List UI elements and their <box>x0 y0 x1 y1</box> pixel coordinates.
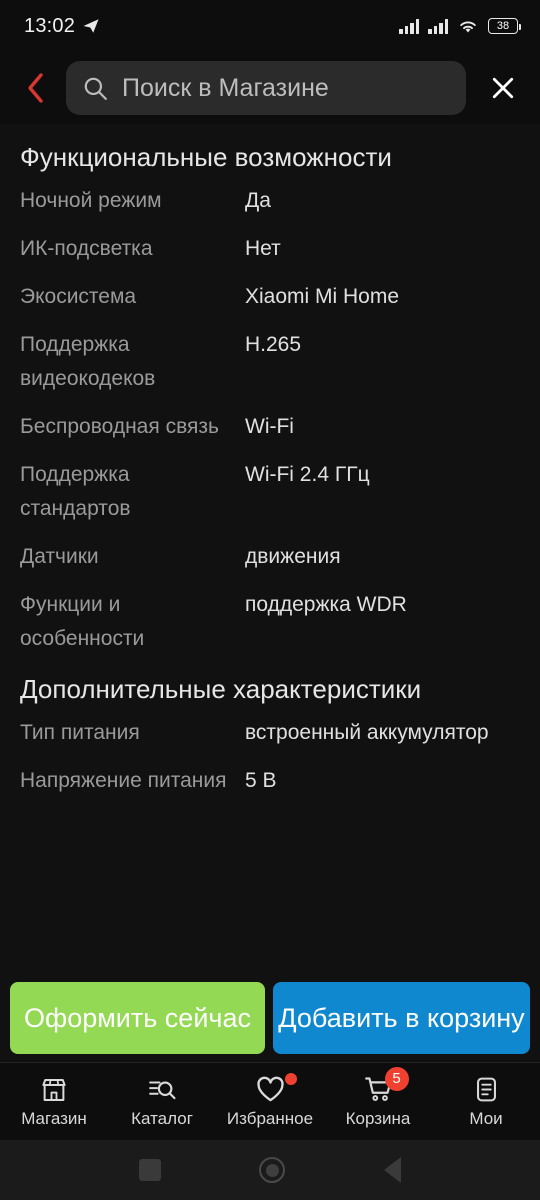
spec-label: Функции и особенности <box>20 593 145 650</box>
spec-label: ИК-подсветка <box>20 237 153 260</box>
spec-value: Нет <box>245 237 281 260</box>
cart-icon: 5 <box>363 1066 409 1105</box>
android-navigation-bar <box>0 1140 540 1200</box>
back-button[interactable] <box>20 68 52 108</box>
spec-value: движения <box>245 545 341 568</box>
spec-row: Поддержка стандартов Wi-Fi 2.4 ГГц <box>20 458 520 526</box>
tab-my[interactable]: Мои <box>432 1063 540 1140</box>
buy-now-button[interactable]: Оформить сейчас <box>10 982 265 1054</box>
catalog-search-icon <box>147 1075 177 1105</box>
section-title: Дополнительные характеристики <box>20 674 422 704</box>
tab-label: Каталог <box>131 1108 193 1128</box>
spec-row: Поддержка видеокодеков H.265 <box>20 328 520 396</box>
cellular-signal-icon <box>399 18 419 34</box>
section-title: Функциональные возможности <box>20 142 392 172</box>
spec-label: Тип питания <box>20 721 140 744</box>
tab-label: Корзина <box>345 1108 411 1128</box>
spec-value: Да <box>245 189 271 212</box>
recents-square-icon[interactable] <box>139 1159 162 1181</box>
app-screen: 13:02 38 Поиск в Магазине Функциональные… <box>0 0 540 1200</box>
spec-label: Беспроводная связь <box>20 415 219 438</box>
bottom-tab-bar: Магазин Каталог Избранное 5 Корзина Мои <box>0 1062 540 1140</box>
add-to-cart-button[interactable]: Добавить в корзину <box>273 982 530 1054</box>
status-bar-right: 38 <box>399 18 521 35</box>
heart-icon <box>255 1072 297 1105</box>
status-bar-left: 13:02 <box>24 15 100 38</box>
tab-label: Мои <box>469 1108 503 1128</box>
spec-row: Беспроводная связь Wi-Fi <box>20 410 520 444</box>
spec-section: Дополнительные характеристики Тип питани… <box>20 672 520 798</box>
cellular-signal-icon-2 <box>428 18 448 34</box>
spec-label: Экосистема <box>20 285 137 308</box>
close-button[interactable] <box>480 65 526 111</box>
spec-row: Тип питания встроенный аккумулятор <box>20 716 520 750</box>
notification-dot <box>284 1072 297 1085</box>
spec-label: Напряжение питания <box>20 769 227 792</box>
specifications-list: Функциональные возможности Ночной режим … <box>0 140 540 798</box>
spec-label: Датчики <box>20 545 99 568</box>
storefront-icon <box>39 1075 69 1105</box>
action-buttons: Оформить сейчас Добавить в корзину <box>0 982 540 1054</box>
spec-value: Xiaomi Mi Home <box>245 285 400 308</box>
tab-store[interactable]: Магазин <box>0 1063 108 1140</box>
home-circle-icon[interactable] <box>259 1157 286 1183</box>
search-header: Поиск в Магазине <box>0 52 540 124</box>
spec-label: Поддержка видеокодеков <box>20 333 156 390</box>
chevron-left-icon <box>28 73 43 103</box>
search-icon <box>84 77 107 100</box>
cart-badge: 5 <box>384 1066 409 1091</box>
spec-row: Экосистема Xiaomi Mi Home <box>20 280 520 314</box>
spec-value: 5 В <box>245 769 277 792</box>
telegram-plane-icon <box>83 19 99 33</box>
tab-label: Избранное <box>226 1108 314 1128</box>
wifi-icon <box>460 21 476 32</box>
battery-icon: 38 <box>488 18 521 34</box>
spec-section: Функциональные возможности Ночной режим … <box>20 140 520 656</box>
search-input[interactable]: Поиск в Магазине <box>66 61 466 115</box>
battery-level: 38 <box>496 19 510 32</box>
document-list-icon <box>472 1075 501 1105</box>
tab-favorites[interactable]: Избранное <box>216 1063 324 1140</box>
search-placeholder: Поиск в Магазине <box>122 73 329 102</box>
back-triangle-icon[interactable] <box>383 1157 401 1183</box>
tab-cart[interactable]: 5 Корзина <box>324 1063 432 1140</box>
spec-row: Напряжение питания 5 В <box>20 764 520 798</box>
tab-catalog[interactable]: Каталог <box>108 1063 216 1140</box>
spec-value: поддержка WDR <box>245 593 407 616</box>
spec-label: Ночной режим <box>20 189 162 212</box>
spec-row: Датчики движения <box>20 540 520 574</box>
status-bar: 13:02 38 <box>0 0 540 52</box>
status-time: 13:02 <box>24 14 76 37</box>
spec-value: встроенный аккумулятор <box>245 721 489 744</box>
spec-row: Функции и особенности поддержка WDR <box>20 588 520 656</box>
spec-label: Поддержка стандартов <box>20 463 131 520</box>
spec-value: Wi-Fi 2.4 ГГц <box>245 463 370 486</box>
spec-value: H.265 <box>245 333 302 356</box>
close-icon <box>492 77 514 99</box>
spec-row: Ночной режим Да <box>20 184 520 218</box>
spec-row: ИК-подсветка Нет <box>20 232 520 266</box>
spec-value: Wi-Fi <box>245 415 294 438</box>
tab-label: Магазин <box>21 1108 87 1128</box>
